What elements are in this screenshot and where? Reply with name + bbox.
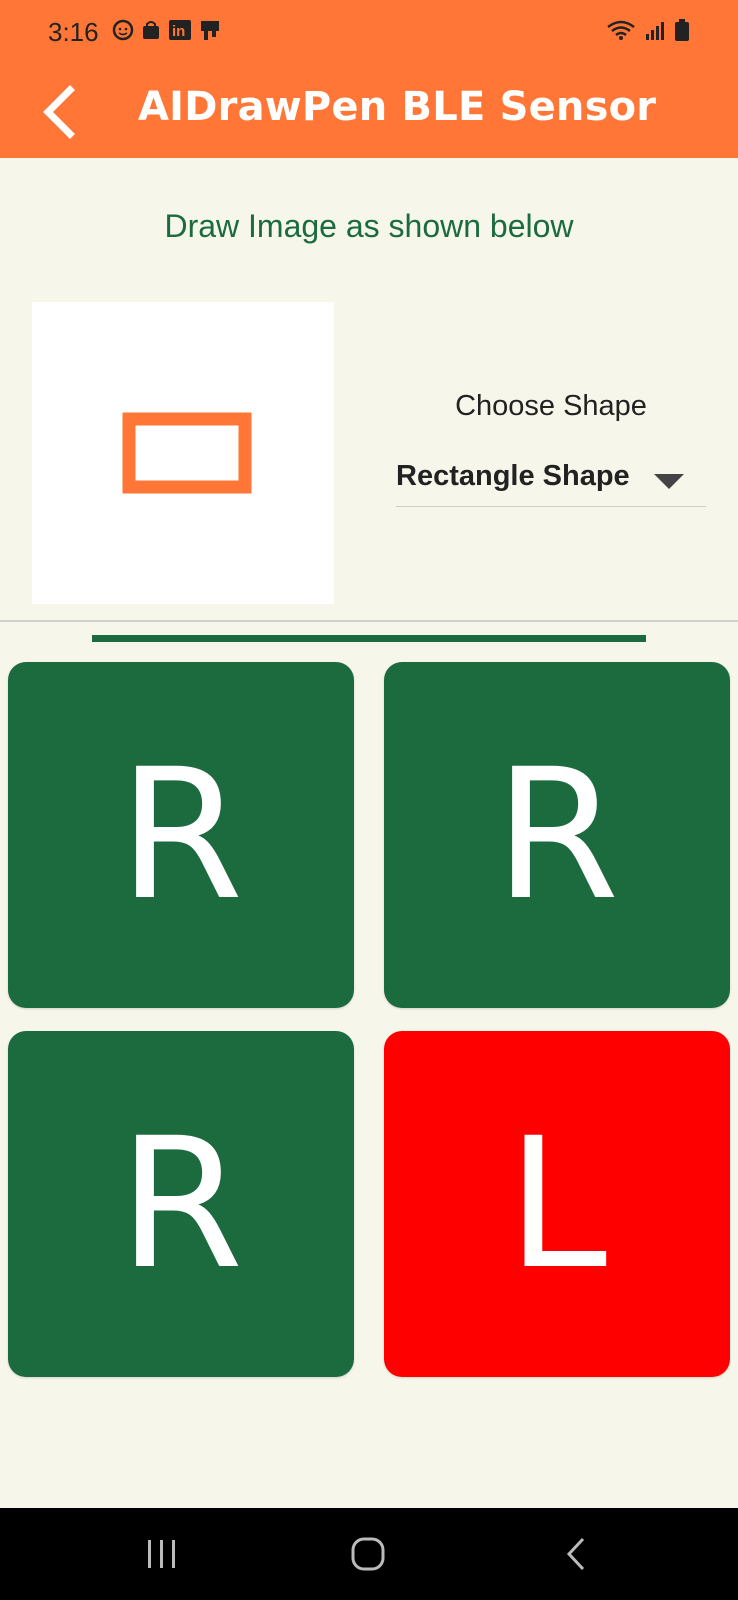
app-title: AIDrawPen BLE Sensor <box>138 84 657 130</box>
bag-icon <box>143 21 159 39</box>
linkedin-icon: in <box>169 20 191 40</box>
battery-icon <box>675 19 689 41</box>
chevron-left-icon[interactable] <box>36 82 86 142</box>
svg-text:in: in <box>172 23 185 40</box>
face-icon <box>112 19 134 41</box>
flag-icon <box>201 21 219 40</box>
choose-shape-label: Choose Shape <box>455 390 647 422</box>
back-icon[interactable] <box>564 1536 588 1572</box>
dropdown-arrow-icon <box>654 474 684 489</box>
tile-2[interactable]: R <box>384 662 730 1008</box>
shape-dropdown-value: Rectangle Shape <box>396 460 630 492</box>
home-icon[interactable] <box>350 1536 386 1572</box>
tile-letter: R <box>118 1099 244 1309</box>
shape-dropdown[interactable]: Rectangle Shape <box>396 452 706 507</box>
app-bar: AIDrawPen BLE Sensor <box>0 66 738 158</box>
rectangle-shape-image <box>122 412 252 494</box>
instruction-text: Draw Image as shown below <box>164 208 574 244</box>
tile-letter: L <box>506 1099 608 1309</box>
signal-icon <box>646 22 664 40</box>
system-icons <box>606 18 690 42</box>
recent-apps-icon[interactable] <box>144 1538 180 1570</box>
status-bar: 3:16 in <box>0 0 738 66</box>
progress-line <box>92 635 646 642</box>
shape-preview <box>32 302 334 604</box>
notification-icons: in <box>112 18 222 42</box>
navigation-bar <box>0 1508 738 1600</box>
tile-letter: R <box>494 730 620 940</box>
tile-4[interactable]: L <box>384 1031 730 1377</box>
tile-1[interactable]: R <box>8 662 354 1008</box>
status-time: 3:16 <box>48 17 99 47</box>
tile-letter: R <box>118 730 244 940</box>
tile-3[interactable]: R <box>8 1031 354 1377</box>
divider <box>0 620 738 622</box>
wifi-icon <box>607 20 635 40</box>
